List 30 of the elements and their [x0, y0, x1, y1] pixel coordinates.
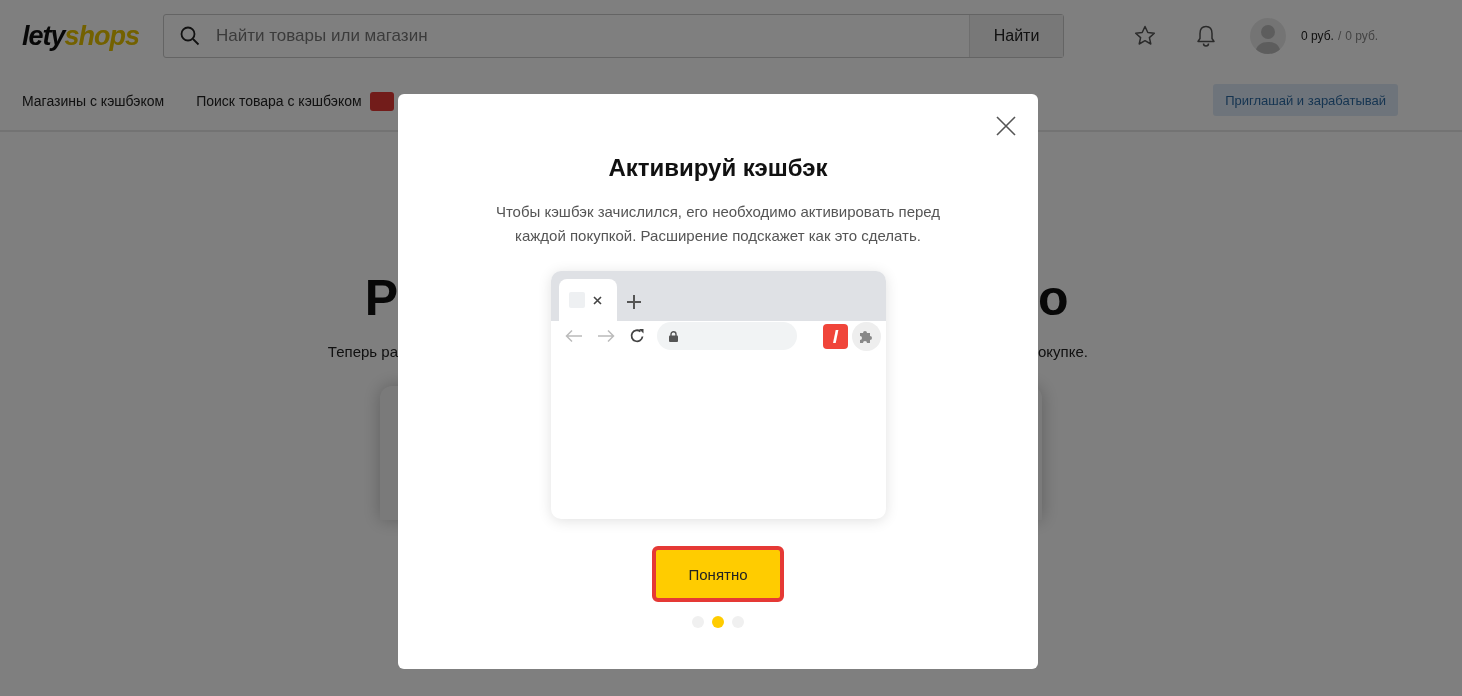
nav-link[interactable]: Магазины с кэшбэком — [22, 91, 165, 111]
balance-amount: 0 руб. — [1301, 29, 1334, 43]
hero-title: Р — [363, 269, 398, 328]
plus-icon — [626, 295, 641, 309]
hero-subtitle: Теперь ра — [326, 343, 398, 360]
search-icon — [180, 26, 200, 46]
avatar[interactable] — [1250, 18, 1286, 54]
got-it-button[interactable]: Понятно — [652, 546, 784, 602]
search-field[interactable]: Найти товары или магазин Найти — [163, 14, 1064, 58]
nav-link[interactable]: Поиск товара с кэшбэком — [196, 91, 362, 111]
forward-arrow-icon — [596, 329, 615, 343]
reload-icon — [628, 328, 645, 344]
pending-amount: 0 руб. — [1345, 29, 1379, 43]
puzzle-icon — [858, 328, 875, 344]
search-button[interactable]: Найти — [969, 15, 1063, 57]
logo[interactable]: letyshops — [22, 20, 163, 52]
close-icon — [996, 116, 1016, 136]
back-arrow-icon — [564, 329, 583, 343]
star-icon — [1134, 25, 1156, 47]
modal-title: Активируй кэшбэк — [608, 154, 828, 182]
close-button[interactable] — [996, 116, 1016, 136]
balance-separator: / — [1337, 29, 1342, 43]
lock-icon — [668, 330, 678, 342]
close-icon — [592, 295, 602, 305]
bell-icon — [1196, 24, 1216, 48]
hero-subtitle: окупке. — [1038, 343, 1089, 360]
modal-description: Чтобы кэшбэк зачислился, его необходимо активировать перед каждой покупкой. Расширение подскажет как это сделать. — [494, 202, 942, 246]
hero-title: о — [1038, 269, 1070, 328]
invite-button[interactable]: Приглашай и зарабатывай — [1213, 84, 1398, 116]
pagination-dot[interactable] — [712, 616, 724, 628]
